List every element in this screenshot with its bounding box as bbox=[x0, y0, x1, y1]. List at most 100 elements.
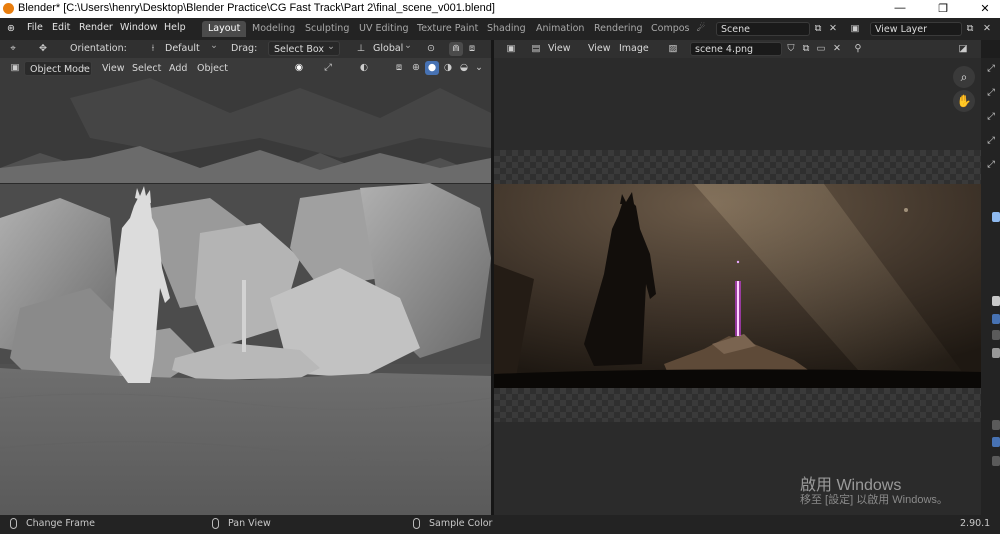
checker-bottom bbox=[494, 388, 981, 422]
image-name-field[interactable]: scene 4.png bbox=[690, 42, 782, 56]
snap-icon[interactable]: ⋒ bbox=[449, 42, 463, 56]
workspace-tab-animation[interactable]: Animation bbox=[530, 21, 590, 37]
zoom-icon[interactable]: ⌕ bbox=[953, 66, 975, 88]
side-tab-icon[interactable]: ⤢ bbox=[984, 62, 998, 76]
xray-icon[interactable]: ⧈ bbox=[392, 61, 406, 75]
new-image-icon[interactable]: ⧉ bbox=[799, 42, 813, 56]
rendered-shading-icon[interactable]: ◒ bbox=[457, 61, 471, 75]
gizmo-icon[interactable]: ⤢ bbox=[321, 61, 335, 75]
side-tab-icon[interactable]: ⤢ bbox=[984, 134, 998, 148]
checker-top bbox=[494, 150, 981, 184]
viewport3d-tool-header: ⌖ ✥ Orientation: ⟊ Default Drag: Select … bbox=[0, 38, 491, 58]
blender-logo-icon bbox=[3, 3, 14, 14]
transform-orientation-dropdown[interactable]: Global bbox=[368, 38, 416, 56]
snap-target-icon[interactable]: ⧈ bbox=[465, 42, 479, 56]
viewport-3d-scene bbox=[0, 58, 491, 515]
status-right-hint: Sample Color bbox=[429, 518, 493, 529]
orientation-icon: ⟊ bbox=[151, 43, 155, 54]
visibility-icon[interactable]: ◉ bbox=[292, 61, 306, 75]
side-tab-icon[interactable]: ⤢ bbox=[984, 158, 998, 172]
tool-settings-icon[interactable]: ⌖ bbox=[6, 42, 20, 56]
open-image-folder-icon[interactable]: ▭ bbox=[814, 42, 828, 56]
side-tab-icon[interactable]: ⤢ bbox=[984, 86, 998, 100]
workspace-tab-shading[interactable]: Shading bbox=[481, 21, 532, 37]
side-tab-icon[interactable]: ⤢ bbox=[984, 110, 998, 124]
viewport-menu-object[interactable]: Object bbox=[197, 63, 228, 74]
new-scene-icon[interactable]: ⧉ bbox=[811, 22, 825, 36]
drag-dropdown[interactable]: Select Box bbox=[268, 39, 340, 56]
workspace-tab-compositing[interactable]: Compos bbox=[645, 21, 696, 37]
image-menu-view[interactable]: View bbox=[588, 43, 611, 54]
viewport-3d[interactable] bbox=[0, 58, 491, 515]
image-editor-type-icon[interactable]: ▣ bbox=[504, 42, 518, 56]
workspace-tab-sculpting[interactable]: Sculpting bbox=[299, 21, 355, 37]
render-image-scene-4 bbox=[494, 184, 981, 388]
overlays-icon[interactable]: ◐ bbox=[357, 61, 371, 75]
viewport-menu-select[interactable]: Select bbox=[132, 63, 161, 74]
display-channels-icon[interactable]: ◪ bbox=[956, 42, 970, 56]
image-view-icon[interactable]: ▤ bbox=[529, 42, 543, 56]
mode-dropdown[interactable]: Object Mode bbox=[24, 59, 92, 76]
new-view-layer-icon[interactable]: ⧉ bbox=[963, 22, 977, 36]
image-menu-image[interactable]: Image bbox=[619, 43, 649, 54]
minimize-button[interactable]: — bbox=[890, 2, 910, 14]
workspace-tab-rendering[interactable]: Rendering bbox=[588, 21, 649, 37]
image-editor-header: ▣ ▤ View View Image ▨ scene 4.png ⛉ ⧉ ▭ … bbox=[494, 40, 981, 58]
delete-scene-icon[interactable]: ✕ bbox=[826, 22, 840, 36]
solid-shading-icon[interactable]: ● bbox=[425, 61, 439, 75]
shading-options-icon[interactable]: ⌄ bbox=[472, 61, 486, 75]
right-mouse-icon bbox=[413, 518, 420, 529]
menu-render[interactable]: Render bbox=[79, 22, 113, 33]
folder-icon[interactable] bbox=[992, 296, 1000, 306]
viewport-menu-view[interactable]: View bbox=[102, 63, 125, 74]
image-editor-viewport[interactable]: ⌕ ✋ 啟用 Windows 移至 [設定] 以啟用 Windows。 bbox=[494, 58, 981, 515]
status-middle-hint: Pan View bbox=[228, 518, 271, 529]
pivot-point-icon[interactable]: ⊙ bbox=[424, 42, 438, 56]
outliner-toggle-icon[interactable] bbox=[992, 212, 1000, 222]
blender-menu-icon[interactable]: ⊛ bbox=[4, 22, 18, 36]
checkbox-unchecked[interactable] bbox=[992, 456, 1000, 466]
restore-button[interactable]: ❐ bbox=[933, 2, 953, 15]
view-layer-field[interactable]: View Layer bbox=[870, 22, 962, 36]
image-thumb-icon[interactable] bbox=[992, 348, 1000, 358]
wireframe-shading-icon[interactable]: ⊕ bbox=[409, 61, 423, 75]
workspace-tab-layout[interactable]: Layout bbox=[202, 21, 247, 37]
image-view-mode-dropdown[interactable]: View bbox=[548, 43, 571, 54]
viewport-menu-add[interactable]: Add bbox=[169, 63, 187, 74]
close-window-button[interactable]: ✕ bbox=[975, 2, 995, 15]
scene-name-field[interactable]: Scene bbox=[716, 22, 810, 36]
browse-image-icon[interactable]: ▨ bbox=[666, 42, 680, 56]
menu-edit[interactable]: Edit bbox=[52, 22, 70, 33]
fake-user-shield-icon[interactable]: ⛉ bbox=[784, 42, 798, 56]
version-label: 2.90.1 bbox=[960, 518, 991, 529]
menu-file[interactable]: File bbox=[27, 22, 43, 33]
checkbox-checked[interactable] bbox=[992, 437, 1000, 447]
checkbox-unchecked[interactable] bbox=[992, 420, 1000, 430]
viewport3d-header: ▣ Object Mode View Select Add Object ◉ ⤢… bbox=[0, 58, 491, 78]
workspace-tab-modeling[interactable]: Modeling bbox=[246, 21, 301, 37]
pan-hand-icon[interactable]: ✋ bbox=[953, 90, 975, 112]
workspace-tab-uv-editing[interactable]: UV Editing bbox=[353, 21, 415, 37]
status-bar: Change Frame Pan View Sample Color 2.90.… bbox=[0, 515, 1000, 534]
pin-icon[interactable]: ⚲ bbox=[851, 42, 865, 56]
material-shading-icon[interactable]: ◑ bbox=[441, 61, 455, 75]
menu-window[interactable]: Window bbox=[120, 22, 157, 33]
workspace-tab-texture-paint[interactable]: Texture Paint bbox=[411, 21, 484, 37]
middle-mouse-icon bbox=[212, 518, 219, 529]
checkbox-checked[interactable] bbox=[992, 314, 1000, 324]
delete-view-layer-icon[interactable]: ✕ bbox=[980, 22, 994, 36]
checkbox-unchecked[interactable] bbox=[992, 330, 1000, 340]
drag-label: Drag: bbox=[231, 43, 258, 54]
view-layer-icon[interactable]: ▣ bbox=[848, 22, 862, 36]
editor-type-icon[interactable]: ▣ bbox=[8, 61, 22, 75]
move-tool-icon[interactable]: ✥ bbox=[36, 42, 50, 56]
scene-selector-icon[interactable]: ☄ bbox=[694, 22, 708, 36]
editor-divider[interactable] bbox=[491, 40, 494, 515]
menu-help[interactable]: Help bbox=[164, 22, 186, 33]
left-mouse-icon bbox=[10, 518, 17, 529]
orientation-label: Orientation: bbox=[70, 43, 127, 54]
status-left-hint: Change Frame bbox=[26, 518, 95, 529]
unlink-image-icon[interactable]: ✕ bbox=[830, 42, 844, 56]
window-titlebar: Blender* [C:\Users\henry\Desktop\Blender… bbox=[0, 0, 1000, 18]
orientation-dropdown[interactable]: Default bbox=[160, 38, 222, 56]
